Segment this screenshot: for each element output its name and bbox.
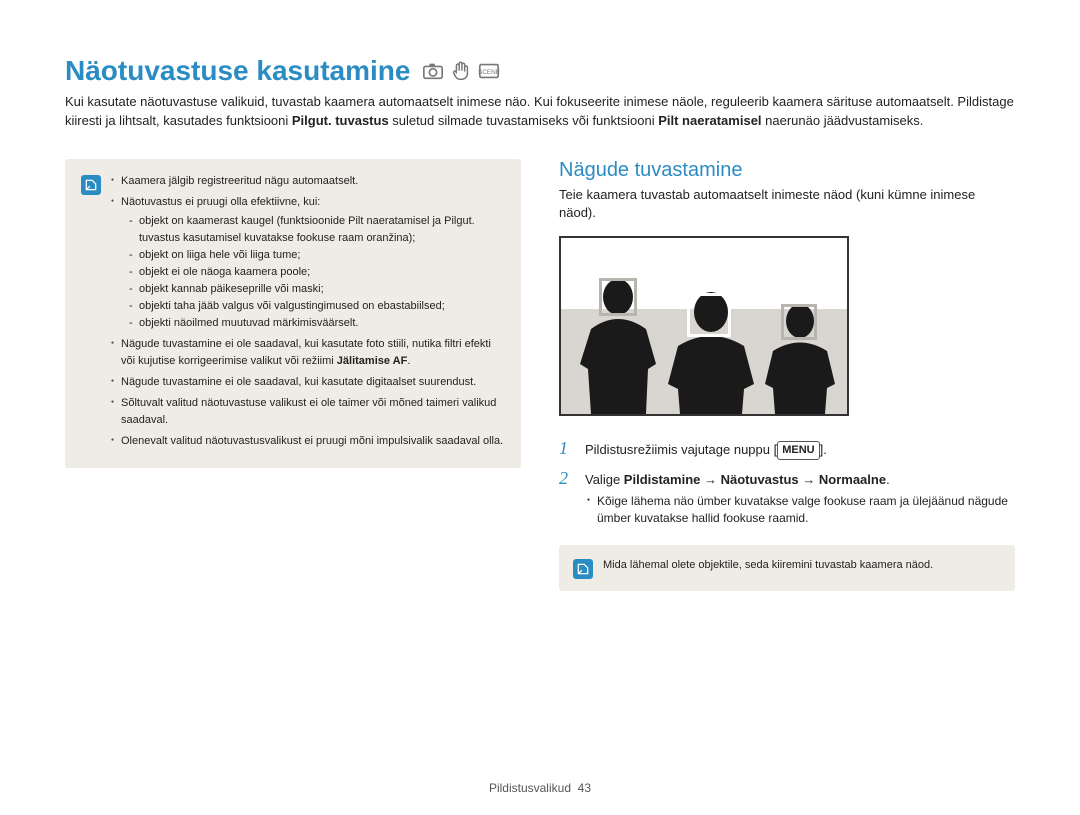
svg-text:SCENE: SCENE xyxy=(478,69,500,76)
intro-t3: naerunäo jäädvustamiseks. xyxy=(762,113,924,128)
step2-a: Valige xyxy=(585,472,624,487)
step-1-num: 1 xyxy=(559,438,575,460)
step-1-body: Pildistusrežiimis vajutage nuppu [MENU]. xyxy=(585,438,1015,460)
hand-icon xyxy=(450,60,472,82)
face-detect-illustration xyxy=(559,236,849,416)
scene-icon: SCENE xyxy=(478,60,500,82)
note-li3-a: Nägude tuvastamine ei ole saadaval, kui … xyxy=(121,338,491,367)
step2-d: Normaalne xyxy=(819,472,886,487)
menu-label: MENU xyxy=(777,441,819,460)
step-2: 2 Valige Pildistamine → Näotuvastus → No… xyxy=(559,468,1015,527)
right-note2: Mida lähemal olete objektile, seda kiire… xyxy=(603,559,933,571)
step-1: 1 Pildistusrežiimis vajutage nuppu [MENU… xyxy=(559,438,1015,460)
face-frame-left xyxy=(599,278,637,316)
title-row: Näotuvastuse kasutamine SCENE xyxy=(65,55,1015,87)
page-footer: Pildistusvalikud 43 xyxy=(0,781,1080,795)
step2-arrow2: → xyxy=(799,472,819,487)
page-title: Näotuvastuse kasutamine xyxy=(65,55,410,87)
note-li2-f: objekti näoilmed muutuvad märkimisväärse… xyxy=(129,315,505,332)
left-column: Kaamera jälgib registreeritud nägu autom… xyxy=(65,159,521,591)
note-li2: Näotuvastus ei pruugi olla efektiivne, k… xyxy=(111,194,505,332)
intro-paragraph: Kui kasutate näotuvastuse valikuid, tuva… xyxy=(65,93,1015,131)
note-li2-text: Näotuvastus ei pruugi olla efektiivne, k… xyxy=(121,196,320,208)
face-frame-center xyxy=(687,293,731,337)
right-note-body: Mida lähemal olete objektile, seda kiire… xyxy=(603,557,1001,579)
step2-arrow1: → xyxy=(700,472,720,487)
note-li5: Sõltuvalt valitud näotuvastuse valikust … xyxy=(111,395,505,429)
note-icon xyxy=(81,175,101,195)
right-column: Nägude tuvastamine Teie kaamera tuvastab… xyxy=(559,159,1015,591)
note-li2-a: objekt on kaamerast kaugel (funktsioonid… xyxy=(129,213,505,247)
step-2-num: 2 xyxy=(559,468,575,527)
subtext: Teie kaamera tuvastab automaatselt inime… xyxy=(559,186,1015,222)
footer-label: Pildistusvalikud xyxy=(489,781,571,795)
camera-icon xyxy=(422,60,444,82)
note-li4: Nägude tuvastamine ei ole saadaval, kui … xyxy=(111,374,505,391)
footer-page: 43 xyxy=(578,781,591,795)
step2-e: . xyxy=(886,472,890,487)
step2-c: Näotuvastus xyxy=(721,472,799,487)
note-li3-b: Jälitamise AF xyxy=(337,355,408,367)
note-li6: Olenevalt valitud näotuvastusvalikust ei… xyxy=(111,433,505,450)
step2-bullet: Kõige lähema näo ümber kuvatakse valge f… xyxy=(585,493,1015,527)
note-li2-b: objekt on liiga hele või liiga tume; xyxy=(129,247,505,264)
step-2-body: Valige Pildistamine → Näotuvastus → Norm… xyxy=(585,468,1015,527)
note-icon xyxy=(573,559,593,579)
right-note-box: Mida lähemal olete objektile, seda kiire… xyxy=(559,545,1015,591)
intro-b1: Pilgut. tuvastus xyxy=(292,113,389,128)
step2-b: Pildistamine xyxy=(624,472,701,487)
steps: 1 Pildistusrežiimis vajutage nuppu [MENU… xyxy=(559,438,1015,527)
note-li2-e: objekti taha jääb valgus või valgustingi… xyxy=(129,298,505,315)
step1-a: Pildistusrežiimis vajutage nuppu [ xyxy=(585,442,777,457)
intro-t2: suletud silmade tuvastamiseks või funkts… xyxy=(389,113,659,128)
note-li3-c: . xyxy=(407,355,410,367)
intro-b2: Pilt naeratamisel xyxy=(658,113,761,128)
left-note-box: Kaamera jälgib registreeritud nägu autom… xyxy=(65,159,521,469)
step1-b: ]. xyxy=(820,442,827,457)
note-li2-d: objekt kannab päikeseprille või maski; xyxy=(129,281,505,298)
note-li2-c: objekt ei ole näoga kaamera poole; xyxy=(129,264,505,281)
left-note-body: Kaamera jälgib registreeritud nägu autom… xyxy=(111,173,505,455)
face-frame-right xyxy=(781,304,817,340)
mode-icons: SCENE xyxy=(422,60,500,82)
note-li1: Kaamera jälgib registreeritud nägu autom… xyxy=(111,173,505,190)
note-li3: Nägude tuvastamine ei ole saadaval, kui … xyxy=(111,336,505,370)
subheading: Nägude tuvastamine xyxy=(559,159,1015,182)
two-column-layout: Kaamera jälgib registreeritud nägu autom… xyxy=(65,159,1015,591)
